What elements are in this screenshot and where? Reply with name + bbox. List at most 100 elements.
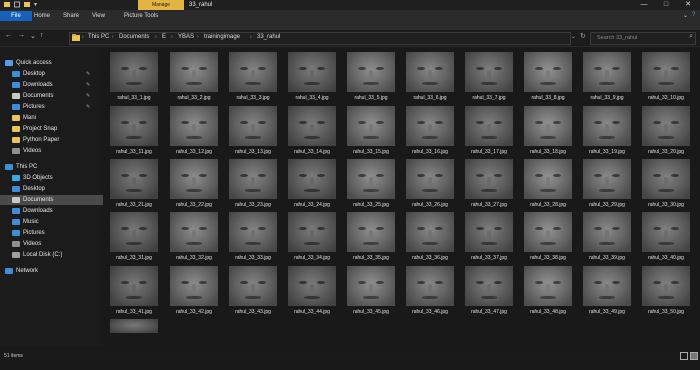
file-thumbnail[interactable]: rahul_33_11.jpg xyxy=(107,106,161,157)
tab-manage-context[interactable]: Manage xyxy=(138,0,184,10)
file-thumbnail[interactable]: rahul_33_13.jpg xyxy=(226,106,280,157)
file-thumbnail[interactable]: rahul_33_1.jpg xyxy=(107,52,161,103)
file-thumbnail[interactable]: rahul_33_4.jpg xyxy=(285,52,339,103)
file-thumbnail[interactable] xyxy=(107,319,161,370)
sidebar-item-videos[interactable]: Videos xyxy=(0,239,103,249)
tab-view[interactable]: View xyxy=(92,11,105,21)
file-thumbnail[interactable]: rahul_33_18.jpg xyxy=(521,106,575,157)
sidebar-item-downloads[interactable]: Downloads xyxy=(0,206,103,216)
sidebar-item-documents[interactable]: Documents ✎ xyxy=(0,91,103,101)
file-thumbnail[interactable]: rahul_33_40.jpg xyxy=(639,212,693,263)
sidebar-item-network[interactable]: Network xyxy=(0,266,103,276)
file-thumbnail[interactable]: rahul_33_5.jpg xyxy=(344,52,398,103)
file-thumbnail[interactable]: rahul_33_30.jpg xyxy=(639,159,693,210)
file-thumbnail[interactable]: rahul_33_16.jpg xyxy=(403,106,457,157)
sidebar-item-music[interactable]: Music xyxy=(0,217,103,227)
sidebar-item-documents[interactable]: Documents xyxy=(0,195,103,205)
file-thumbnail[interactable]: rahul_33_47.jpg xyxy=(462,266,516,317)
file-thumbnail[interactable]: rahul_33_7.jpg xyxy=(462,52,516,103)
help-icon[interactable]: ? xyxy=(692,12,695,18)
breadcrumb-ybas[interactable]: YBAS xyxy=(178,34,194,40)
file-thumbnail[interactable]: rahul_33_43.jpg xyxy=(226,266,280,317)
sidebar-item-pictures[interactable]: Pictures ✎ xyxy=(0,102,103,112)
file-thumbnail[interactable]: rahul_33_27.jpg xyxy=(462,159,516,210)
file-thumbnail[interactable]: rahul_33_26.jpg xyxy=(403,159,457,210)
file-thumbnail[interactable]: rahul_33_21.jpg xyxy=(107,159,161,210)
file-thumbnail[interactable]: rahul_33_19.jpg xyxy=(580,106,634,157)
back-button[interactable]: ← xyxy=(5,32,12,39)
file-thumbnail[interactable]: rahul_33_17.jpg xyxy=(462,106,516,157)
forward-button[interactable]: → xyxy=(18,32,25,39)
refresh-icon[interactable]: ↻ xyxy=(580,32,586,40)
file-thumbnail[interactable]: rahul_33_8.jpg xyxy=(521,52,575,103)
sidebar-item-desktop[interactable]: Desktop xyxy=(0,184,103,194)
file-thumbnail[interactable]: rahul_33_37.jpg xyxy=(462,212,516,263)
file-thumbnail[interactable]: rahul_33_36.jpg xyxy=(403,212,457,263)
file-thumbnail[interactable]: rahul_33_34.jpg xyxy=(285,212,339,263)
sidebar-item-this-pc[interactable]: This PC xyxy=(0,162,103,172)
tab-share[interactable]: Share xyxy=(63,11,79,21)
sidebar-item-pictures[interactable]: Pictures xyxy=(0,228,103,238)
breadcrumb-33-rahul[interactable]: 33_rahul xyxy=(257,34,280,40)
file-thumbnail[interactable]: rahul_33_45.jpg xyxy=(344,266,398,317)
file-thumbnail[interactable]: rahul_33_42.jpg xyxy=(167,266,221,317)
file-thumbnail[interactable]: rahul_33_39.jpg xyxy=(580,212,634,263)
file-thumbnail[interactable]: rahul_33_46.jpg xyxy=(403,266,457,317)
file-thumbnail[interactable]: rahul_33_24.jpg xyxy=(285,159,339,210)
large-icons-view-icon[interactable] xyxy=(690,352,698,360)
new-folder-icon[interactable] xyxy=(24,1,30,8)
file-thumbnail[interactable]: rahul_33_44.jpg xyxy=(285,266,339,317)
file-thumbnail[interactable]: rahul_33_3.jpg xyxy=(226,52,280,103)
sidebar-item-mani[interactable]: Mani xyxy=(0,113,103,123)
sidebar-item-videos[interactable]: Videos xyxy=(0,146,103,156)
sidebar-item-downloads[interactable]: Downloads ✎ xyxy=(0,80,103,90)
file-thumbnail[interactable]: rahul_33_25.jpg xyxy=(344,159,398,210)
file-thumbnail[interactable]: rahul_33_32.jpg xyxy=(167,212,221,263)
sidebar-item-python-paper[interactable]: Python Paper xyxy=(0,135,103,145)
sidebar-item-desktop[interactable]: Desktop ✎ xyxy=(0,69,103,79)
properties-icon[interactable] xyxy=(14,1,20,8)
file-thumbnail[interactable]: rahul_33_31.jpg xyxy=(107,212,161,263)
tab-file[interactable]: File xyxy=(0,11,32,21)
file-thumbnail[interactable]: rahul_33_41.jpg xyxy=(107,266,161,317)
file-thumbnail[interactable]: rahul_33_49.jpg xyxy=(580,266,634,317)
file-thumbnail[interactable]: rahul_33_6.jpg xyxy=(403,52,457,103)
file-thumbnail[interactable]: rahul_33_33.jpg xyxy=(226,212,280,263)
tab-home[interactable]: Home xyxy=(34,11,50,21)
search-input[interactable]: Search 33_rahul ⌕ xyxy=(590,32,696,45)
breadcrumb-trainingimage[interactable]: trainingimage xyxy=(204,34,240,40)
file-thumbnail[interactable]: rahul_33_2.jpg xyxy=(167,52,221,103)
recent-locations-button[interactable]: ⌄ xyxy=(30,32,36,40)
sidebar-item-3d-objects[interactable]: 3D Objects xyxy=(0,173,103,183)
file-thumbnail[interactable]: rahul_33_28.jpg xyxy=(521,159,575,210)
customize-quick-access-icon[interactable]: ▾ xyxy=(34,1,37,8)
file-thumbnail[interactable]: rahul_33_14.jpg xyxy=(285,106,339,157)
details-view-icon[interactable] xyxy=(680,352,688,360)
breadcrumb-this-pc[interactable]: This PC xyxy=(88,34,109,40)
address-dropdown-icon[interactable]: ⌄ xyxy=(571,33,576,40)
close-button[interactable]: ✕ xyxy=(678,0,698,10)
file-thumbnail[interactable]: rahul_33_9.jpg xyxy=(580,52,634,103)
file-thumbnail[interactable]: rahul_33_29.jpg xyxy=(580,159,634,210)
title-bar xyxy=(0,0,700,10)
file-thumbnail[interactable]: rahul_33_20.jpg xyxy=(639,106,693,157)
breadcrumb-documents[interactable]: Documents xyxy=(119,34,149,40)
sidebar-item-quick-access[interactable]: Quick access xyxy=(0,58,103,68)
up-button[interactable]: ↑ xyxy=(40,32,44,39)
file-thumbnail[interactable]: rahul_33_22.jpg xyxy=(167,159,221,210)
sidebar-item-project-snap[interactable]: Project Snap xyxy=(0,124,103,134)
file-thumbnail[interactable]: rahul_33_35.jpg xyxy=(344,212,398,263)
tab-picture-tools[interactable]: Picture Tools xyxy=(124,11,158,21)
file-thumbnail[interactable]: rahul_33_38.jpg xyxy=(521,212,575,263)
maximize-button[interactable]: □ xyxy=(656,0,676,10)
sidebar-item-local-disk-c[interactable]: Local Disk (C:) xyxy=(0,250,103,260)
file-thumbnail[interactable]: rahul_33_12.jpg xyxy=(167,106,221,157)
file-thumbnail[interactable]: rahul_33_50.jpg xyxy=(639,266,693,317)
file-thumbnail[interactable]: rahul_33_48.jpg xyxy=(521,266,575,317)
breadcrumb-e[interactable]: E xyxy=(162,34,166,40)
file-thumbnail[interactable]: rahul_33_23.jpg xyxy=(226,159,280,210)
file-thumbnail[interactable]: rahul_33_10.jpg xyxy=(639,52,693,103)
file-thumbnail[interactable]: rahul_33_15.jpg xyxy=(344,106,398,157)
ribbon-expand-icon[interactable]: ⌄ xyxy=(683,12,688,19)
minimize-button[interactable]: — xyxy=(634,0,654,10)
